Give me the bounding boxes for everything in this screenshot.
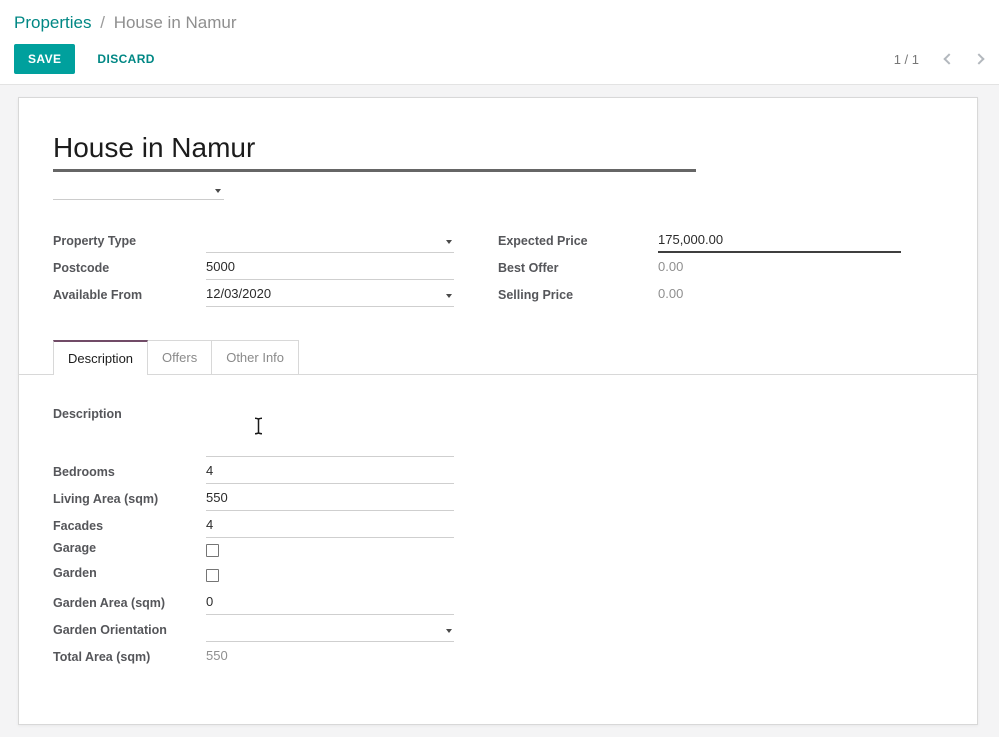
field-row-garden-orientation: Garden Orientation [53, 615, 454, 642]
expected-price-input[interactable]: 175,000.00 [658, 232, 901, 253]
chevron-down-icon[interactable] [446, 294, 452, 298]
field-row-description: Description [53, 405, 454, 457]
best-offer-value: 0.00 [658, 259, 901, 280]
field-row-available-from: Available From 12/03/2020 [53, 280, 454, 307]
garden-checkbox[interactable] [206, 569, 219, 582]
available-from-label: Available From [53, 288, 206, 307]
field-row-expected-price: Expected Price 175,000.00 [498, 226, 901, 253]
pager-next-icon[interactable] [973, 53, 984, 64]
facades-input[interactable]: 4 [206, 517, 454, 538]
total-area-label: Total Area (sqm) [53, 650, 206, 669]
total-area-value: 550 [206, 648, 454, 669]
garden-area-label: Garden Area (sqm) [53, 596, 206, 615]
toolbar: SAVE DISCARD 1 / 1 [14, 44, 983, 74]
chevron-down-icon[interactable] [446, 629, 452, 633]
pager-previous-icon[interactable] [943, 53, 954, 64]
bedrooms-input[interactable]: 4 [206, 463, 454, 484]
expected-price-label: Expected Price [498, 234, 658, 253]
facades-label: Facades [53, 519, 206, 538]
form-sheet: House in Namur Property Type Postcode 50… [18, 97, 978, 725]
field-row-facades: Facades 4 [53, 511, 454, 538]
breadcrumb-properties-link[interactable]: Properties [14, 13, 91, 32]
field-grid: Property Type Postcode 5000 Available Fr… [53, 226, 943, 307]
chevron-down-icon[interactable] [215, 189, 221, 193]
right-column: Expected Price 175,000.00 Best Offer 0.0… [498, 226, 901, 307]
tab-description[interactable]: Description [53, 340, 148, 375]
property-type-select[interactable] [206, 232, 454, 253]
description-tab-content: Description Bedrooms 4 [53, 375, 943, 669]
field-row-living-area: Living Area (sqm) 550 [53, 484, 454, 511]
tab-offers[interactable]: Offers [148, 340, 212, 374]
garden-orientation-label: Garden Orientation [53, 623, 206, 642]
breadcrumb-current: House in Namur [114, 13, 237, 32]
garage-label: Garage [53, 541, 206, 560]
postcode-label: Postcode [53, 261, 206, 280]
living-area-input[interactable]: 550 [206, 490, 454, 511]
description-textarea[interactable] [206, 405, 454, 457]
field-row-total-area: Total Area (sqm) 550 [53, 642, 454, 669]
tags-input[interactable] [53, 180, 224, 200]
left-column: Property Type Postcode 5000 Available Fr… [53, 226, 454, 307]
notebook: Description Offers Other Info Descriptio… [53, 340, 943, 669]
pager-count: 1 / 1 [894, 52, 919, 67]
available-from-input[interactable]: 12/03/2020 [206, 286, 454, 307]
control-panel: Properties / House in Namur SAVE DISCARD… [0, 0, 999, 85]
selling-price-value: 0.00 [658, 286, 901, 307]
field-row-property-type: Property Type [53, 226, 454, 253]
selling-price-label: Selling Price [498, 288, 658, 307]
description-label: Description [53, 405, 206, 457]
field-row-selling-price: Selling Price 0.00 [498, 280, 901, 307]
garden-label: Garden [53, 566, 206, 585]
postcode-input[interactable]: 5000 [206, 259, 454, 280]
living-area-label: Living Area (sqm) [53, 492, 206, 511]
tab-other-info[interactable]: Other Info [212, 340, 299, 374]
bedrooms-label: Bedrooms [53, 465, 206, 484]
text-cursor-icon [253, 417, 264, 438]
field-row-bedrooms: Bedrooms 4 [53, 457, 454, 484]
tab-strip: Description Offers Other Info [19, 340, 977, 375]
garden-orientation-select[interactable] [206, 621, 454, 642]
best-offer-label: Best Offer [498, 261, 658, 280]
pager: 1 / 1 [894, 52, 983, 67]
field-row-garden-area: Garden Area (sqm) 0 [53, 588, 454, 615]
garage-checkbox[interactable] [206, 544, 219, 557]
discard-button[interactable]: DISCARD [91, 45, 160, 73]
save-button[interactable]: SAVE [14, 44, 75, 74]
field-row-garage: Garage [53, 538, 454, 563]
breadcrumb-separator: / [100, 13, 105, 32]
content-area: House in Namur Property Type Postcode 50… [0, 85, 999, 737]
garden-area-input[interactable]: 0 [206, 594, 454, 615]
property-type-label: Property Type [53, 234, 206, 253]
property-name-input[interactable]: House in Namur [53, 131, 696, 172]
breadcrumb: Properties / House in Namur [14, 12, 983, 34]
field-row-postcode: Postcode 5000 [53, 253, 454, 280]
field-row-best-offer: Best Offer 0.00 [498, 253, 901, 280]
chevron-down-icon[interactable] [446, 240, 452, 244]
field-row-garden: Garden [53, 563, 454, 588]
